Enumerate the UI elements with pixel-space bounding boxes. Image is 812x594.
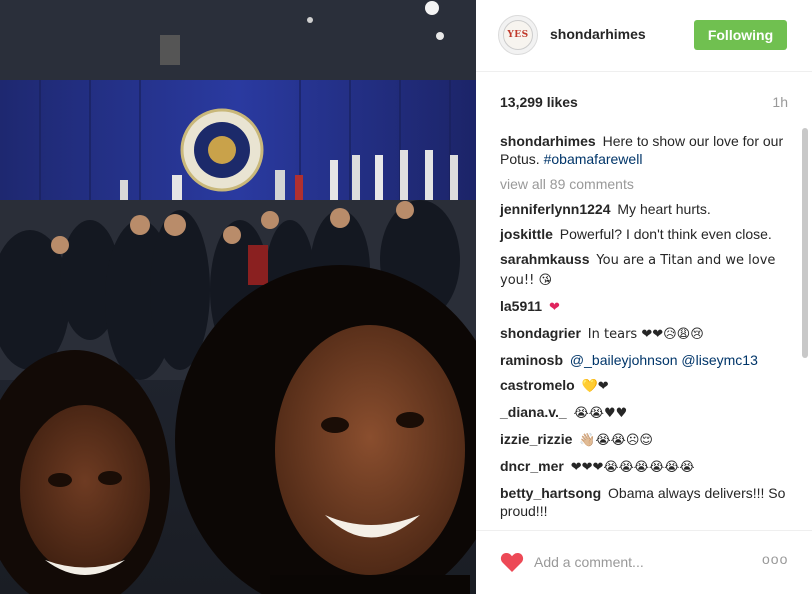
- comment-text: ❤: [548, 300, 560, 315]
- post-footer: ooo: [476, 530, 812, 594]
- post-photo[interactable]: [0, 0, 476, 594]
- comment-item: raminosb @_baileyjohnson @liseymc13: [500, 351, 788, 369]
- scrollbar-thumb[interactable]: [802, 128, 808, 358]
- comment-text[interactable]: @_baileyjohnson @liseymc13: [570, 352, 758, 368]
- comment-text: 💛❤: [581, 379, 609, 394]
- caption-hashtag[interactable]: #obamafarewell: [544, 151, 643, 167]
- comment-item: jenniferlynn1224 My heart hurts.: [500, 200, 788, 218]
- username-link[interactable]: shondarhimes: [550, 26, 646, 42]
- comments-list[interactable]: shondarhimes Here to show our love for o…: [476, 124, 800, 524]
- likes-count[interactable]: 13,299 likes: [500, 94, 578, 110]
- comment-username[interactable]: castromelo: [500, 377, 575, 393]
- comment-text: 👋🏼😭😭☹😌: [579, 433, 653, 448]
- comment-text: 😭😭♥♥: [573, 406, 628, 421]
- post-timestamp[interactable]: 1h: [772, 94, 788, 110]
- comment-item: izzie_rizzie 👋🏼😭😭☹😌: [500, 430, 788, 450]
- comment-item: la5911 ❤: [500, 297, 788, 317]
- comment-username[interactable]: shondagrier: [500, 325, 581, 341]
- comments-scrollbar[interactable]: [801, 124, 809, 524]
- avatar-image: YES: [503, 20, 533, 50]
- caption-username[interactable]: shondarhimes: [500, 133, 596, 149]
- comment-text: ❤❤❤😭😭😭😭😭😭: [570, 460, 695, 475]
- avatar[interactable]: YES: [498, 15, 538, 55]
- comment-text: My heart hurts.: [617, 201, 711, 217]
- comment-item: shondagrier In tears ❤❤😥😩😢: [500, 324, 788, 344]
- post-header: YES shondarhimes Following: [476, 0, 812, 72]
- following-button[interactable]: Following: [694, 20, 787, 50]
- comment-username[interactable]: betty_hartsong: [500, 485, 601, 501]
- comment-username[interactable]: dncr_mer: [500, 458, 564, 474]
- photo-illustration: [0, 0, 476, 594]
- view-all-comments-link[interactable]: view all 89 comments: [500, 175, 788, 193]
- comment-item: sarahmkauss You are a Titan and we love …: [500, 250, 788, 290]
- comment-item: dncr_mer ❤❤❤😭😭😭😭😭😭: [500, 457, 788, 477]
- comment-input[interactable]: [534, 549, 754, 575]
- likes-row: 13,299 likes 1h: [476, 72, 812, 124]
- post-panel: YES shondarhimes Following 13,299 likes …: [476, 0, 812, 594]
- comment-item: betty_hartsong Obama always delivers!!! …: [500, 484, 788, 520]
- comment-item: _diana.v._ 😭😭♥♥: [500, 403, 788, 423]
- comment-username[interactable]: sarahmkauss: [500, 251, 590, 267]
- more-options-icon[interactable]: ooo: [762, 551, 788, 567]
- comment-username[interactable]: raminosb: [500, 352, 563, 368]
- comment-item: castromelo 💛❤: [500, 376, 788, 396]
- caption: shondarhimes Here to show our love for o…: [500, 132, 788, 168]
- comment-text: In tears ❤❤😥😩😢: [587, 327, 704, 342]
- comment-item: joskittle Powerful? I don't think even c…: [500, 225, 788, 243]
- comment-username[interactable]: jenniferlynn1224: [500, 201, 611, 217]
- comment-username[interactable]: joskittle: [500, 226, 553, 242]
- comment-username[interactable]: izzie_rizzie: [500, 431, 572, 447]
- comment-text: Powerful? I don't think even close.: [559, 226, 772, 242]
- comment-username[interactable]: _diana.v._: [500, 404, 567, 420]
- heart-icon[interactable]: [500, 551, 524, 573]
- comment-username[interactable]: la5911: [500, 298, 542, 314]
